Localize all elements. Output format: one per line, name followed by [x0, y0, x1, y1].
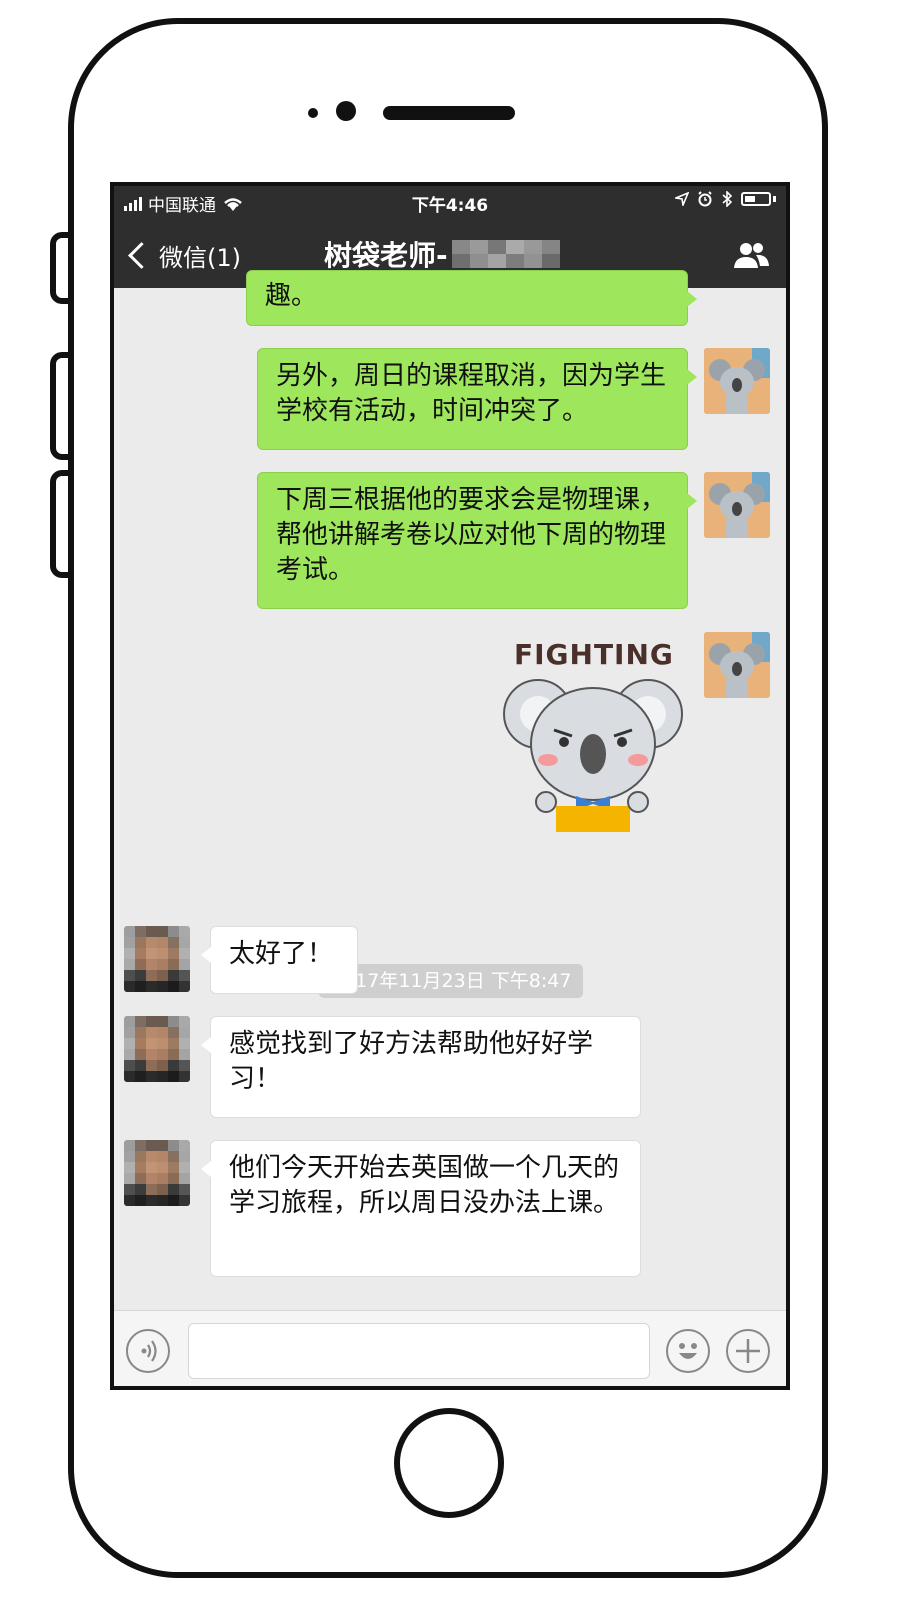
chat-title: 树袋老师-	[324, 234, 560, 274]
sent-message-partial: 趣。	[246, 270, 697, 326]
battery-icon	[741, 192, 771, 206]
home-button[interactable]	[394, 1408, 504, 1518]
more-button[interactable]	[726, 1329, 770, 1373]
sent-message[interactable]: 另外，周日的课程取消，因为学生学校有活动，时间冲突了。	[257, 348, 697, 450]
voice-icon	[141, 1340, 157, 1362]
bluetooth-icon	[722, 191, 733, 207]
received-message[interactable]: 他们今天开始去英国做一个几天的学习旅程，所以周日没办法上课。	[201, 1140, 641, 1277]
message-input[interactable]	[188, 1323, 650, 1379]
message-text: 他们今天开始去英国做一个几天的学习旅程，所以周日没办法上课。	[229, 1153, 620, 1218]
emoji-button[interactable]	[666, 1329, 710, 1373]
received-message[interactable]: 太好了！	[201, 926, 358, 994]
sticker-caption: FIGHTING	[514, 638, 674, 671]
phone-speaker	[383, 106, 515, 120]
avatar[interactable]	[704, 348, 770, 414]
contact-icon[interactable]	[732, 240, 770, 270]
message-text: 趣。	[265, 281, 318, 311]
input-bar	[114, 1310, 786, 1386]
phone-camera	[336, 101, 356, 121]
phone-side-button-mute	[50, 232, 68, 304]
plus-icon	[736, 1339, 760, 1363]
voice-button[interactable]	[126, 1329, 170, 1373]
chevron-left-icon	[128, 242, 155, 269]
avatar[interactable]	[124, 1016, 190, 1082]
message-timestamp: 2017年11月23日 下午8:47	[319, 964, 584, 998]
avatar[interactable]	[124, 1140, 190, 1206]
koala-avatar-icon	[704, 472, 770, 538]
alarm-icon	[698, 191, 712, 207]
phone-side-button-volume-up	[50, 352, 68, 460]
avatar[interactable]	[704, 632, 770, 698]
message-text: 感觉找到了好方法帮助他好好学习！	[229, 1029, 594, 1094]
location-icon	[675, 192, 689, 206]
back-label: 微信(1)	[159, 244, 241, 272]
message-text: 太好了！	[229, 939, 334, 969]
message-text: 下周三根据他的要求会是物理课，帮他讲解考卷以应对他下周的物理考试。	[276, 485, 667, 585]
emoji-icon	[679, 1343, 697, 1359]
back-button[interactable]: 微信(1)	[126, 238, 241, 273]
sent-message[interactable]: 下周三根据他的要求会是物理课，帮他讲解考卷以应对他下周的物理考试。	[257, 472, 697, 609]
redacted-name-mosaic	[451, 240, 560, 268]
chat-title-text: 树袋老师-	[324, 239, 448, 272]
message-text: 另外，周日的课程取消，因为学生学校有活动，时间冲突了。	[276, 361, 667, 426]
avatar[interactable]	[124, 926, 190, 992]
status-bar: 中国联通 下午4:46	[114, 186, 786, 218]
avatar[interactable]	[704, 472, 770, 538]
koala-avatar-icon	[704, 348, 770, 414]
sticker-message[interactable]: FIGHTING	[498, 632, 688, 832]
koala-avatar-icon	[704, 632, 770, 698]
screen: 中国联通 下午4:46 微信(1) 树袋老师- 趣。 另外，周日的课程取消，因为…	[110, 182, 790, 1390]
chat-area[interactable]: 趣。 另外，周日的课程取消，因为学生学校有活动，时间冲突了。 下周三根据他的要求…	[114, 270, 786, 1310]
battery-tip	[773, 196, 776, 202]
received-message[interactable]: 感觉找到了好方法帮助他好好学习！	[201, 1016, 641, 1118]
phone-sensor	[308, 108, 318, 118]
koala-sticker-icon	[503, 679, 683, 832]
phone-side-button-volume-down	[50, 470, 68, 578]
status-right	[675, 191, 776, 207]
